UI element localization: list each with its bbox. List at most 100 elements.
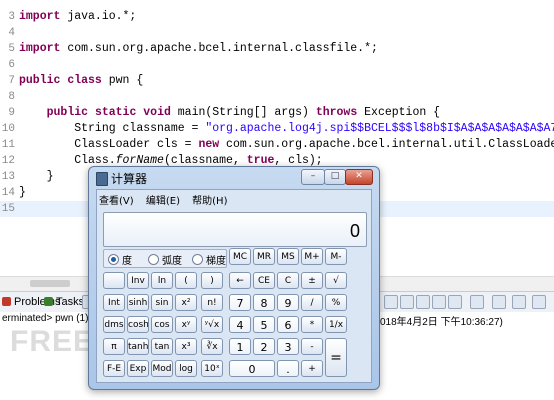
calc-key-cube[interactable]: x³	[175, 338, 197, 355]
code-line[interactable]: 9 public static void main(String[] args)…	[0, 105, 554, 121]
calc-key-cuberoot[interactable]: ∛x	[201, 338, 223, 355]
calc-key-pow10[interactable]: 10ˣ	[201, 360, 223, 377]
code-line[interactable]: 8	[0, 89, 554, 105]
memory-key-mplus[interactable]: M+	[301, 248, 323, 265]
calc-key-f-e[interactable]: F-E	[103, 360, 125, 377]
menu-help[interactable]: 帮助(H)	[192, 196, 227, 207]
code-line[interactable]: 3 import java.io.*;	[0, 9, 554, 25]
calc-key-open-paren[interactable]: (	[175, 272, 197, 289]
code-line[interactable]: 5 import com.sun.org.apache.bcel.internal…	[0, 41, 554, 57]
calc-key-log[interactable]: log	[175, 360, 197, 377]
code-token: static	[94, 106, 137, 119]
calc-key-6[interactable]: 6	[277, 316, 299, 333]
calc-key-cosh[interactable]: cosh	[127, 316, 149, 333]
calc-key-int[interactable]: Int	[103, 294, 125, 311]
minimize-view-icon[interactable]	[512, 295, 526, 309]
calc-key-yroot[interactable]: ʸ√x	[201, 316, 223, 333]
calc-key-7[interactable]: 7	[229, 294, 251, 311]
open-console-icon[interactable]	[492, 295, 506, 309]
code-text: ClassLoader cls = new com.sun.org.apache…	[19, 137, 554, 153]
calc-key-power[interactable]: xʸ	[175, 316, 197, 333]
calc-key-dms[interactable]: dms	[103, 316, 125, 333]
radio-radians[interactable]: 弧度	[148, 252, 182, 267]
console-remove-icon[interactable]	[384, 295, 398, 309]
calc-key-close-paren[interactable]: )	[201, 272, 223, 289]
calc-key-percent[interactable]: %	[325, 294, 347, 311]
calc-key-4[interactable]: 4	[229, 316, 251, 333]
calc-key-ce[interactable]: CE	[253, 272, 275, 289]
calc-key-subtract[interactable]: -	[301, 338, 323, 355]
code-token: }	[19, 186, 26, 199]
radio-degrees[interactable]: 度	[108, 252, 132, 267]
calc-key-1[interactable]: 1	[229, 338, 251, 355]
memory-key-mr[interactable]: MR	[253, 248, 275, 265]
menu-view[interactable]: 查看(V)	[99, 196, 134, 207]
code-line[interactable]: 11 ClassLoader cls = new com.sun.org.apa…	[0, 137, 554, 153]
minimize-button[interactable]: –	[301, 169, 325, 185]
calc-key-add[interactable]: +	[301, 360, 323, 377]
memory-key-ms[interactable]: MS	[277, 248, 299, 265]
word-wrap-icon[interactable]	[448, 295, 462, 309]
calc-key-blank[interactable]	[103, 272, 125, 289]
radio-dot	[192, 254, 203, 265]
calc-key-backspace[interactable]: ←	[229, 272, 251, 289]
calc-key-reciprocal[interactable]: 1/x	[325, 316, 347, 333]
radio-gradians[interactable]: 梯度	[192, 252, 226, 267]
calc-key-decimal[interactable]: .	[277, 360, 299, 377]
code-token: com.sun.org.apache.bcel.internal.classfi…	[60, 42, 378, 55]
maximize-button[interactable]: □	[324, 169, 346, 185]
calc-key-3[interactable]: 3	[277, 338, 299, 355]
calc-key-multiply[interactable]: *	[301, 316, 323, 333]
calc-key-divide[interactable]: /	[301, 294, 323, 311]
memory-key-mc[interactable]: MC	[229, 248, 251, 265]
close-button[interactable]: ✕	[345, 169, 373, 185]
calc-key-exp[interactable]: Exp	[127, 360, 149, 377]
code-line[interactable]: 6	[0, 57, 554, 73]
line-number: 15	[1, 203, 15, 215]
calc-key-pi[interactable]: π	[103, 338, 125, 355]
code-text: public static void main(String[] args) t…	[19, 105, 440, 121]
calc-key-cos[interactable]: cos	[151, 316, 173, 333]
calc-key-0[interactable]: 0	[229, 360, 275, 377]
menu-edit[interactable]: 编辑(E)	[146, 196, 180, 207]
calc-key-ln[interactable]: ln	[151, 272, 173, 289]
console-timestamp: 018年4月2日 下午10:36:27)	[380, 317, 503, 328]
code-line[interactable]: 7 public class pwn {	[0, 73, 554, 89]
code-token: Exception {	[357, 106, 441, 119]
calc-key-square[interactable]: x²	[175, 294, 197, 311]
memory-key-mminus[interactable]: M-	[325, 248, 347, 265]
calculator-titlebar[interactable]: 计算器 – □ ✕	[89, 167, 379, 189]
calc-key-sqrt[interactable]: √	[325, 272, 347, 289]
tab-tasks-label: Tasks	[56, 296, 85, 308]
calc-key-tanh[interactable]: tanh	[127, 338, 149, 355]
pin-console-icon[interactable]	[432, 295, 446, 309]
code-token: pwn {	[101, 74, 144, 87]
maximize-view-icon[interactable]	[532, 295, 546, 309]
calc-key-factorial[interactable]: n!	[201, 294, 223, 311]
calc-key-2[interactable]: 2	[253, 338, 275, 355]
calculator-app-icon	[96, 172, 108, 186]
code-token: "org.apache.log4j.spi$$BCEL$$$l$8b$I$A$A…	[205, 122, 554, 135]
calc-key-sin[interactable]: sin	[151, 294, 173, 311]
display-console-icon[interactable]	[470, 295, 484, 309]
calc-key-sinh[interactable]: sinh	[127, 294, 149, 311]
calc-key-inv[interactable]: Inv	[127, 272, 149, 289]
calc-key-mod[interactable]: Mod	[151, 360, 173, 377]
code-line[interactable]: 10 String classname = "org.apache.log4j.…	[0, 121, 554, 137]
calc-key-8[interactable]: 8	[253, 294, 275, 311]
code-line[interactable]: 4	[0, 25, 554, 41]
tab-tasks[interactable]: Tasks	[44, 295, 84, 309]
calc-key-5[interactable]: 5	[253, 316, 275, 333]
calc-key-equals[interactable]: =	[325, 338, 347, 377]
console-clear-icon[interactable]	[400, 295, 414, 309]
scrollbar-thumb[interactable]	[30, 280, 70, 287]
calc-key-negate[interactable]: ±	[301, 272, 323, 289]
code-token: void	[143, 106, 171, 119]
scroll-lock-icon[interactable]	[416, 295, 430, 309]
line-number: 3	[8, 11, 15, 23]
calc-key-tan[interactable]: tan	[151, 338, 173, 355]
calc-key-c[interactable]: C	[277, 272, 299, 289]
radio-dot	[148, 254, 159, 265]
calc-key-9[interactable]: 9	[277, 294, 299, 311]
code-token: String classname =	[19, 122, 206, 135]
